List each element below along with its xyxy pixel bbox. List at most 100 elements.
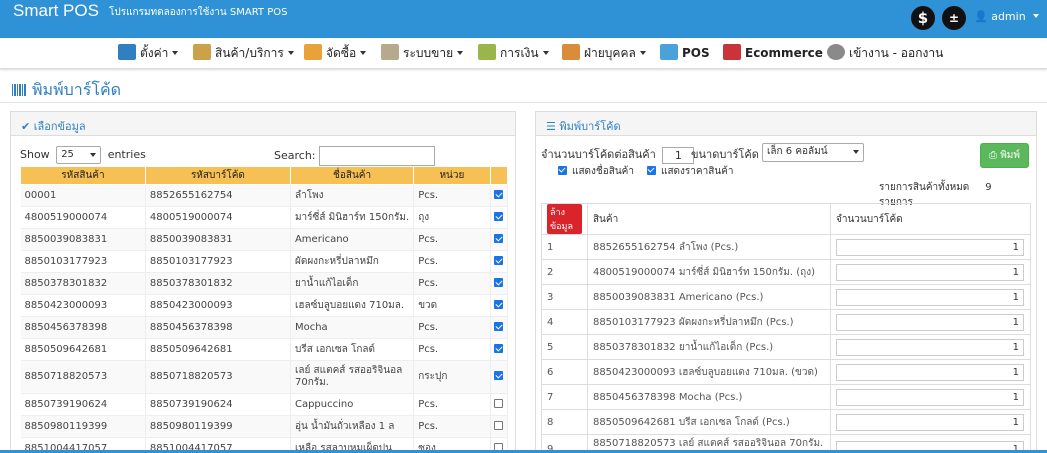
app-brand[interactable]: Smart POS (13, 1, 99, 21)
show-name-option[interactable]: แสดงชื่อสินค้า (558, 164, 634, 179)
print-button[interactable]: ⎙ พิมพ์ (980, 143, 1029, 168)
qty-input[interactable]: 1 (835, 313, 1024, 331)
cell-name: ผัดผงกะหรี่ปลาหมึก (290, 250, 415, 273)
cell-code: 8850039083831 (20, 228, 146, 251)
row-checkbox[interactable] (494, 277, 504, 287)
table-row[interactable]: 00001 8852655162754 ลำโพง Pcs. (20, 184, 509, 207)
printer-icon: ⎙ (989, 150, 998, 161)
cell-select (490, 250, 509, 273)
row-checkbox[interactable] (494, 343, 504, 353)
table-row[interactable]: 8850378301832 8850378301832 ยาน้ำแก้ไอเด็ก… (20, 272, 509, 295)
size-select[interactable]: เล็ก 6 คอลัมน์ (762, 143, 864, 162)
per-item-label: จำนวนบาร์โค้ดต่อสินค้า (541, 148, 656, 161)
item-qty-cell: 1 (829, 259, 1032, 285)
per-item-input[interactable]: 1 (662, 146, 695, 164)
qty-input[interactable]: 1 (835, 413, 1024, 431)
cell-unit: Pcs. (413, 250, 491, 273)
size-value: เล็ก 6 คอลัมน์ (767, 146, 828, 157)
col-unit[interactable]: หน่วย (413, 166, 491, 185)
dollar-icon[interactable]: $ (911, 6, 935, 30)
main-menu: ตั้งค่า สินค้า/บริการ จัดซื้อ ระบบขาย กา… (0, 38, 1047, 69)
table-row[interactable]: 8850039083831 8850039083831 Americano Pcs. (20, 228, 509, 251)
cell-barcode: 4800519000074 (145, 206, 291, 229)
menu-products[interactable]: สินค้า/บริการ (193, 44, 294, 63)
item-qty-cell: 1 (829, 309, 1032, 335)
row-checkbox[interactable] (494, 299, 504, 309)
menu-pos[interactable]: POS (660, 44, 710, 60)
product-table: รหัสสินค้า รหัสบาร์โค้ด ชื่อสินค้า หน่วย… (20, 166, 509, 453)
top-header: Smart POS โปรแกรมทดลองการใช้งาน SMART PO… (0, 0, 1047, 38)
menu-finance[interactable]: การเงิน (478, 44, 549, 63)
menu-settings[interactable]: ตั้งค่า (118, 44, 179, 63)
show-name-checkbox[interactable] (558, 166, 567, 175)
qty-input[interactable]: 1 (835, 363, 1024, 381)
finance-icon (478, 44, 496, 60)
cell-unit: Pcs. (413, 393, 491, 416)
user-menu[interactable]: 👤 admin (974, 10, 1040, 23)
table-row[interactable]: 8850718820573 8850718820573 เลย์ สแตคส์ รส… (20, 360, 509, 394)
search-control: Search: (274, 146, 435, 166)
cell-select (490, 272, 509, 295)
row-checkbox[interactable] (494, 370, 504, 380)
search-input[interactable] (319, 146, 435, 166)
calculator-icon[interactable]: ± (942, 6, 966, 30)
chevron-down-icon (457, 51, 464, 55)
cell-barcode: 8850509642681 (145, 338, 291, 361)
col-code[interactable]: รหัสสินค้า (20, 166, 146, 185)
item-product: 8850103177923 ผัดผงกะหรี่ปลาหมึก (Pcs.) (586, 309, 831, 335)
ecommerce-icon (723, 44, 741, 60)
select-data-panel: ✔ เลือกข้อมูล Show 25 entries Search: รห… (10, 111, 516, 453)
table-row[interactable]: 4800519000074 4800519000074 มาร์ซี่ส์ มินิ… (20, 206, 509, 229)
menu-sales[interactable]: ระบบขาย (381, 44, 464, 63)
table-row[interactable]: 8850509642681 8850509642681 บรีส เอกเซล โก… (20, 338, 509, 361)
qty-input[interactable]: 1 (835, 238, 1024, 256)
row-checkbox[interactable] (494, 398, 504, 408)
cell-name: เฮลซ์บลูบอยแดง 710มล. (290, 294, 415, 317)
page-length-control: Show 25 entries (20, 146, 146, 164)
table-row[interactable]: 8850456378398 8850456378398 Mocha Pcs. (20, 316, 509, 339)
row-checkbox[interactable] (494, 420, 504, 430)
col-name[interactable]: ชื่อสินค้า (289, 166, 415, 185)
table-row[interactable]: 8850739190624 8850739190624 Cappuccino Pcs. (20, 393, 509, 416)
show-price-option[interactable]: แสดงราคาสินค้า (647, 164, 733, 179)
col-qty: จำนวนบาร์โค้ด (829, 203, 1032, 235)
col-barcode[interactable]: รหัสบาร์โค้ด (144, 166, 291, 185)
cell-unit: Pcs. (413, 228, 491, 251)
cell-unit: Pcs. (413, 272, 491, 295)
cell-select (490, 206, 509, 229)
menu-label: ตั้งค่า (140, 46, 169, 60)
total-label: รายการสินค้าทั้งหมด (879, 182, 970, 193)
menu-timeclock[interactable]: เข้างาน - ออกงาน (827, 44, 943, 63)
row-checkbox[interactable] (494, 255, 504, 265)
chevron-down-icon (287, 51, 294, 55)
clear-button[interactable]: ล้างข้อมูล (547, 204, 582, 234)
barcode-icon (12, 84, 26, 96)
item-product: 8850378301832 ยาน้ำแก้ไอเด็ก (Pcs.) (586, 334, 831, 360)
qty-input[interactable]: 1 (835, 263, 1024, 281)
row-checkbox[interactable] (494, 321, 504, 331)
page-length-select[interactable]: 25 (56, 146, 102, 164)
cell-barcode: 8850456378398 (145, 316, 291, 339)
table-row[interactable]: 8850980119399 8850980119399 อุ่น น้ำมันถั่… (20, 415, 509, 438)
item-qty-cell: 1 (829, 359, 1032, 385)
entries-label: entries (107, 148, 146, 161)
cell-barcode: 8850378301832 (145, 272, 291, 295)
table-row[interactable]: 8850423000093 8850423000093 เฮลซ์บลูบอยแดง… (20, 294, 509, 317)
table-row[interactable]: 8850103177923 8850103177923 ผัดผงกะหรี่ปลา… (20, 250, 509, 273)
qty-input[interactable]: 1 (835, 288, 1024, 306)
qty-input[interactable]: 1 (835, 388, 1024, 406)
show-price-checkbox[interactable] (647, 166, 656, 175)
menu-label: เข้างาน - ออกงาน (849, 46, 944, 60)
menu-hr[interactable]: ฝ่ายบุคคล (562, 44, 646, 63)
menu-label: การเงิน (500, 46, 539, 60)
col-select (489, 166, 509, 185)
list-item: 6 8850423000093 เฮลซ์บลูบอยแดง 710มล. (ขว… (541, 359, 1032, 385)
row-checkbox[interactable] (494, 211, 504, 221)
item-product: 8850423000093 เฮลซ์บลูบอยแดง 710มล. (ขวด… (586, 359, 831, 385)
menu-ecommerce[interactable]: Ecommerce (723, 44, 823, 60)
row-checkbox[interactable] (494, 189, 504, 199)
menu-purchase[interactable]: จัดซื้อ (304, 44, 367, 63)
qty-input[interactable]: 1 (835, 338, 1024, 356)
row-checkbox[interactable] (494, 233, 504, 243)
app-subtitle: โปรแกรมทดลองการใช้งาน SMART POS (109, 7, 288, 18)
